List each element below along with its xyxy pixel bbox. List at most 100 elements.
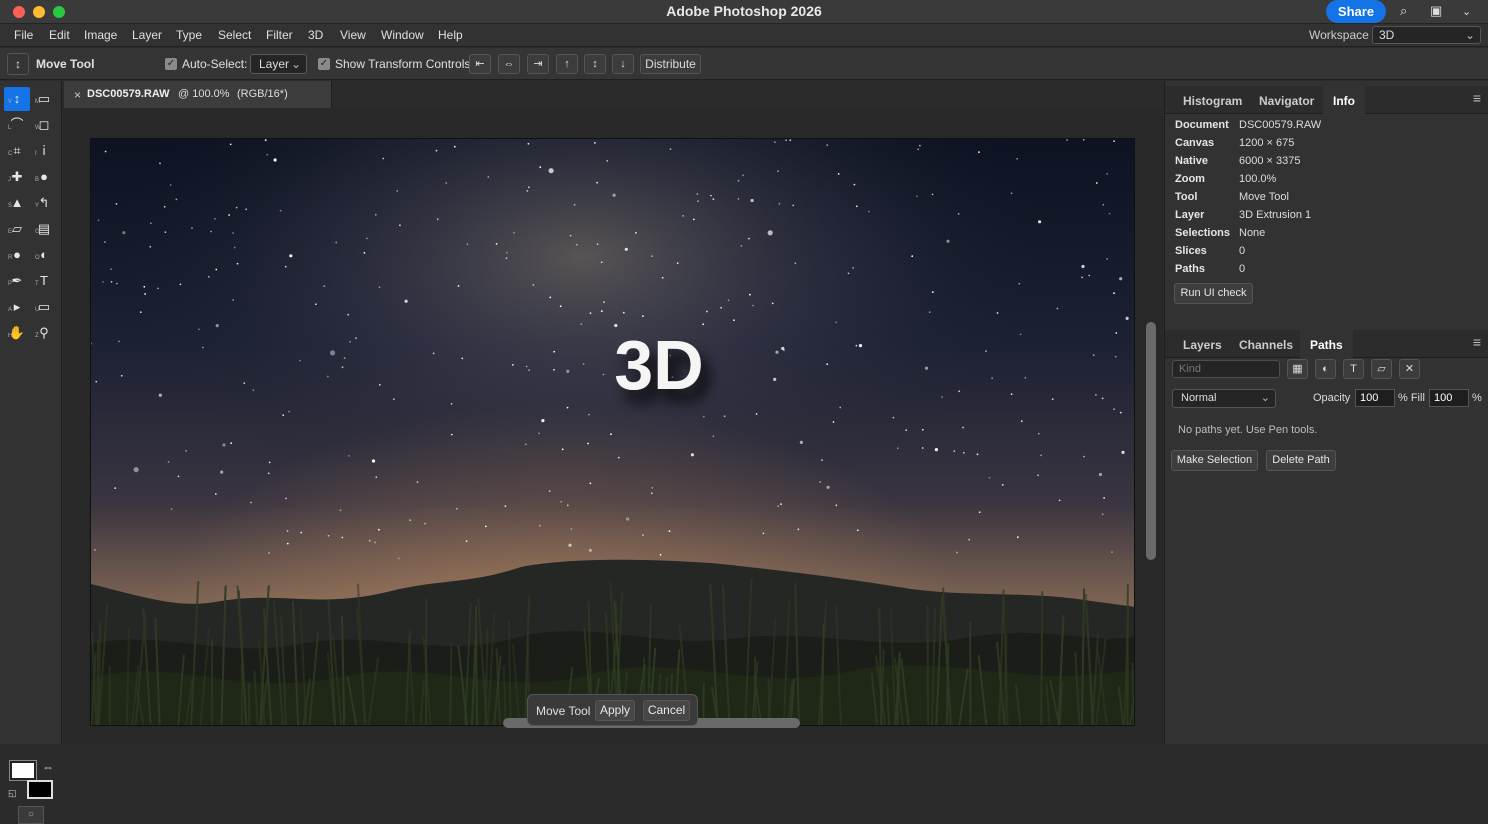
info-value: 0 [1239, 245, 1246, 257]
menu-select[interactable]: Select [218, 28, 251, 42]
lasso-icon: ⌒ [10, 117, 24, 132]
menu-edit[interactable]: Edit [49, 28, 70, 42]
chevron-down-icon: ⌄ [1464, 28, 1475, 42]
menu-bar: File Edit Image Layer Type Select Filter… [0, 24, 1488, 47]
fill-input[interactable]: 100 [1429, 389, 1469, 407]
align-left-icon[interactable]: ⇤ [469, 54, 491, 74]
opacity-input[interactable]: 100 [1355, 389, 1395, 407]
percent-label: % [1472, 392, 1482, 404]
close-tab-icon[interactable]: × [74, 88, 81, 102]
chevron-down-icon: ⌄ [290, 57, 301, 71]
cancel-button[interactable]: Cancel [643, 700, 690, 721]
quick-mask-button[interactable]: ○ [18, 806, 44, 824]
3d-text-layer[interactable]: 3D [614, 326, 703, 404]
hand-tool[interactable]: ✋ H [4, 321, 30, 345]
lasso-tool[interactable]: ⌒ L [4, 113, 30, 137]
history-brush-tool[interactable]: ↰ Y [31, 191, 57, 215]
healing-icon: ✚ [11, 169, 23, 184]
background-color-swatch[interactable] [27, 780, 53, 799]
type-filter-icon[interactable]: T [1343, 359, 1364, 379]
tab-channels[interactable]: Channels [1239, 330, 1293, 358]
workspace-select[interactable]: 3D ⌄ [1372, 26, 1481, 44]
tab-navigator[interactable]: Navigator [1259, 86, 1314, 114]
menu-type[interactable]: Type [176, 28, 202, 42]
stamp-icon: ▲ [10, 195, 24, 210]
move-tool[interactable]: ↕ V [4, 87, 30, 111]
swap-colors-icon[interactable]: ⇔ [42, 760, 54, 774]
panel-menu-icon[interactable]: ≡ [1473, 90, 1481, 106]
document-canvas[interactable]: 3D [90, 138, 1135, 726]
tab-info[interactable]: Info [1323, 86, 1365, 114]
eyedropper-tool[interactable]: ⅰI [31, 139, 57, 163]
type-tool[interactable]: TT [31, 269, 57, 293]
blur-tool[interactable]: ● R [4, 243, 30, 267]
brush-tool[interactable]: ● B [31, 165, 57, 189]
blend-mode-select[interactable]: Normal ⌄ [1172, 389, 1276, 408]
auto-select-target-select[interactable]: Layer ⌄ [250, 54, 307, 74]
info-value: 100.0% [1239, 173, 1277, 185]
menu-file[interactable]: File [14, 28, 33, 42]
shape-tool[interactable]: ▭ U [31, 295, 57, 319]
vertical-scrollbar[interactable] [1146, 322, 1156, 560]
align-top-icon[interactable]: ↑ [556, 54, 578, 74]
align-right-icon[interactable]: ⇥ [527, 54, 549, 74]
tab-layers[interactable]: Layers [1183, 330, 1222, 358]
crop-icon: ⌗ [13, 143, 21, 158]
tools-panel: ⇔ ◱ ○ ↕ V ▭ M ⌒ L ◻ W ⌗ Cⅰ I ✚ J ● B ▲ S ↰ Y ▱ E ▤ G ● R ◐ O ✒ P T T ▸ A… [0, 81, 62, 824]
distribute-button[interactable]: Distribute [640, 54, 701, 74]
make-selection-button[interactable]: Make Selection [1171, 450, 1258, 471]
panel-menu-icon[interactable]: ≡ [1473, 334, 1481, 350]
brush-icon: ● [40, 169, 48, 184]
align-h-center-icon[interactable]: ⇔ [498, 54, 520, 74]
clear-filter-icon[interactable]: ✕ [1399, 359, 1420, 379]
screen-mode-icon[interactable]: ▣ [1430, 3, 1442, 19]
menu-view[interactable]: View [340, 28, 366, 42]
document-zoom: @ 100.0% [178, 88, 230, 100]
menu-filter[interactable]: Filter [266, 28, 293, 42]
document-tab[interactable]: × DSC00579.RAW @ 100.0% (RGB/16*) [64, 81, 332, 108]
apply-button[interactable]: Apply [595, 700, 635, 721]
chevron-down-icon[interactable]: ⌄ [1462, 5, 1471, 18]
adjustment-filter-icon[interactable]: ◐ [1315, 359, 1336, 379]
share-button[interactable]: Share [1326, 0, 1386, 23]
foreground-color-swatch[interactable] [9, 760, 37, 781]
select-frame-tool[interactable]: ◻ W [31, 113, 57, 137]
align-v-center-icon[interactable]: ↕ [584, 54, 606, 74]
info-panel-tabs: Histogram Navigator Info ≡ [1165, 86, 1488, 114]
menu-layer[interactable]: Layer [132, 28, 162, 42]
default-colors-icon[interactable]: ◱ [8, 788, 17, 799]
marquee-tool[interactable]: ▭ M [31, 87, 57, 111]
run-ui-check-button[interactable]: Run UI check [1174, 283, 1253, 304]
eraser-tool[interactable]: ▱ E [4, 217, 30, 241]
delete-path-button[interactable]: Delete Path [1266, 450, 1336, 471]
options-tool-name: Move Tool [36, 57, 95, 71]
dodge-tool[interactable]: ◐ O [31, 243, 57, 267]
shortcut-key: P [8, 281, 13, 287]
info-value: DSC00579.RAW [1239, 119, 1322, 131]
align-bottom-icon[interactable]: ↓ [612, 54, 634, 74]
pen-tool[interactable]: ✒ P [4, 269, 30, 293]
show-transform-checkbox[interactable]: ✓ [318, 58, 330, 70]
menu-window[interactable]: Window [381, 28, 424, 42]
gradient-tool[interactable]: ▤ G [31, 217, 57, 241]
shape-filter-icon[interactable]: ▱ [1371, 359, 1392, 379]
stamp-tool[interactable]: ▲ S [4, 191, 30, 215]
zoom-icon: ⚲ [39, 325, 49, 340]
info-key: Tool [1175, 191, 1198, 203]
pixel-filter-icon[interactable]: ▦ [1287, 359, 1308, 379]
tool-preset-button[interactable]: ↕ [7, 53, 29, 75]
menu-image[interactable]: Image [84, 28, 117, 42]
healing-tool[interactable]: ✚ J [4, 165, 30, 189]
auto-select-checkbox[interactable]: ✓ [165, 58, 177, 70]
kind-filter-input[interactable]: Kind [1172, 360, 1280, 378]
crop-tool[interactable]: ⌗ C [4, 139, 30, 163]
menu-help[interactable]: Help [438, 28, 463, 42]
menu-3d[interactable]: 3D [308, 28, 323, 42]
search-icon[interactable]: ⌕ [1400, 3, 1407, 19]
shortcut-key: U [35, 307, 40, 313]
tab-histogram[interactable]: Histogram [1183, 86, 1242, 114]
path-select-tool[interactable]: ▸ A [4, 295, 30, 319]
tab-paths[interactable]: Paths [1300, 330, 1353, 358]
shortcut-key: C [8, 151, 13, 157]
zoom-tool[interactable]: ⚲ Z [31, 321, 57, 345]
